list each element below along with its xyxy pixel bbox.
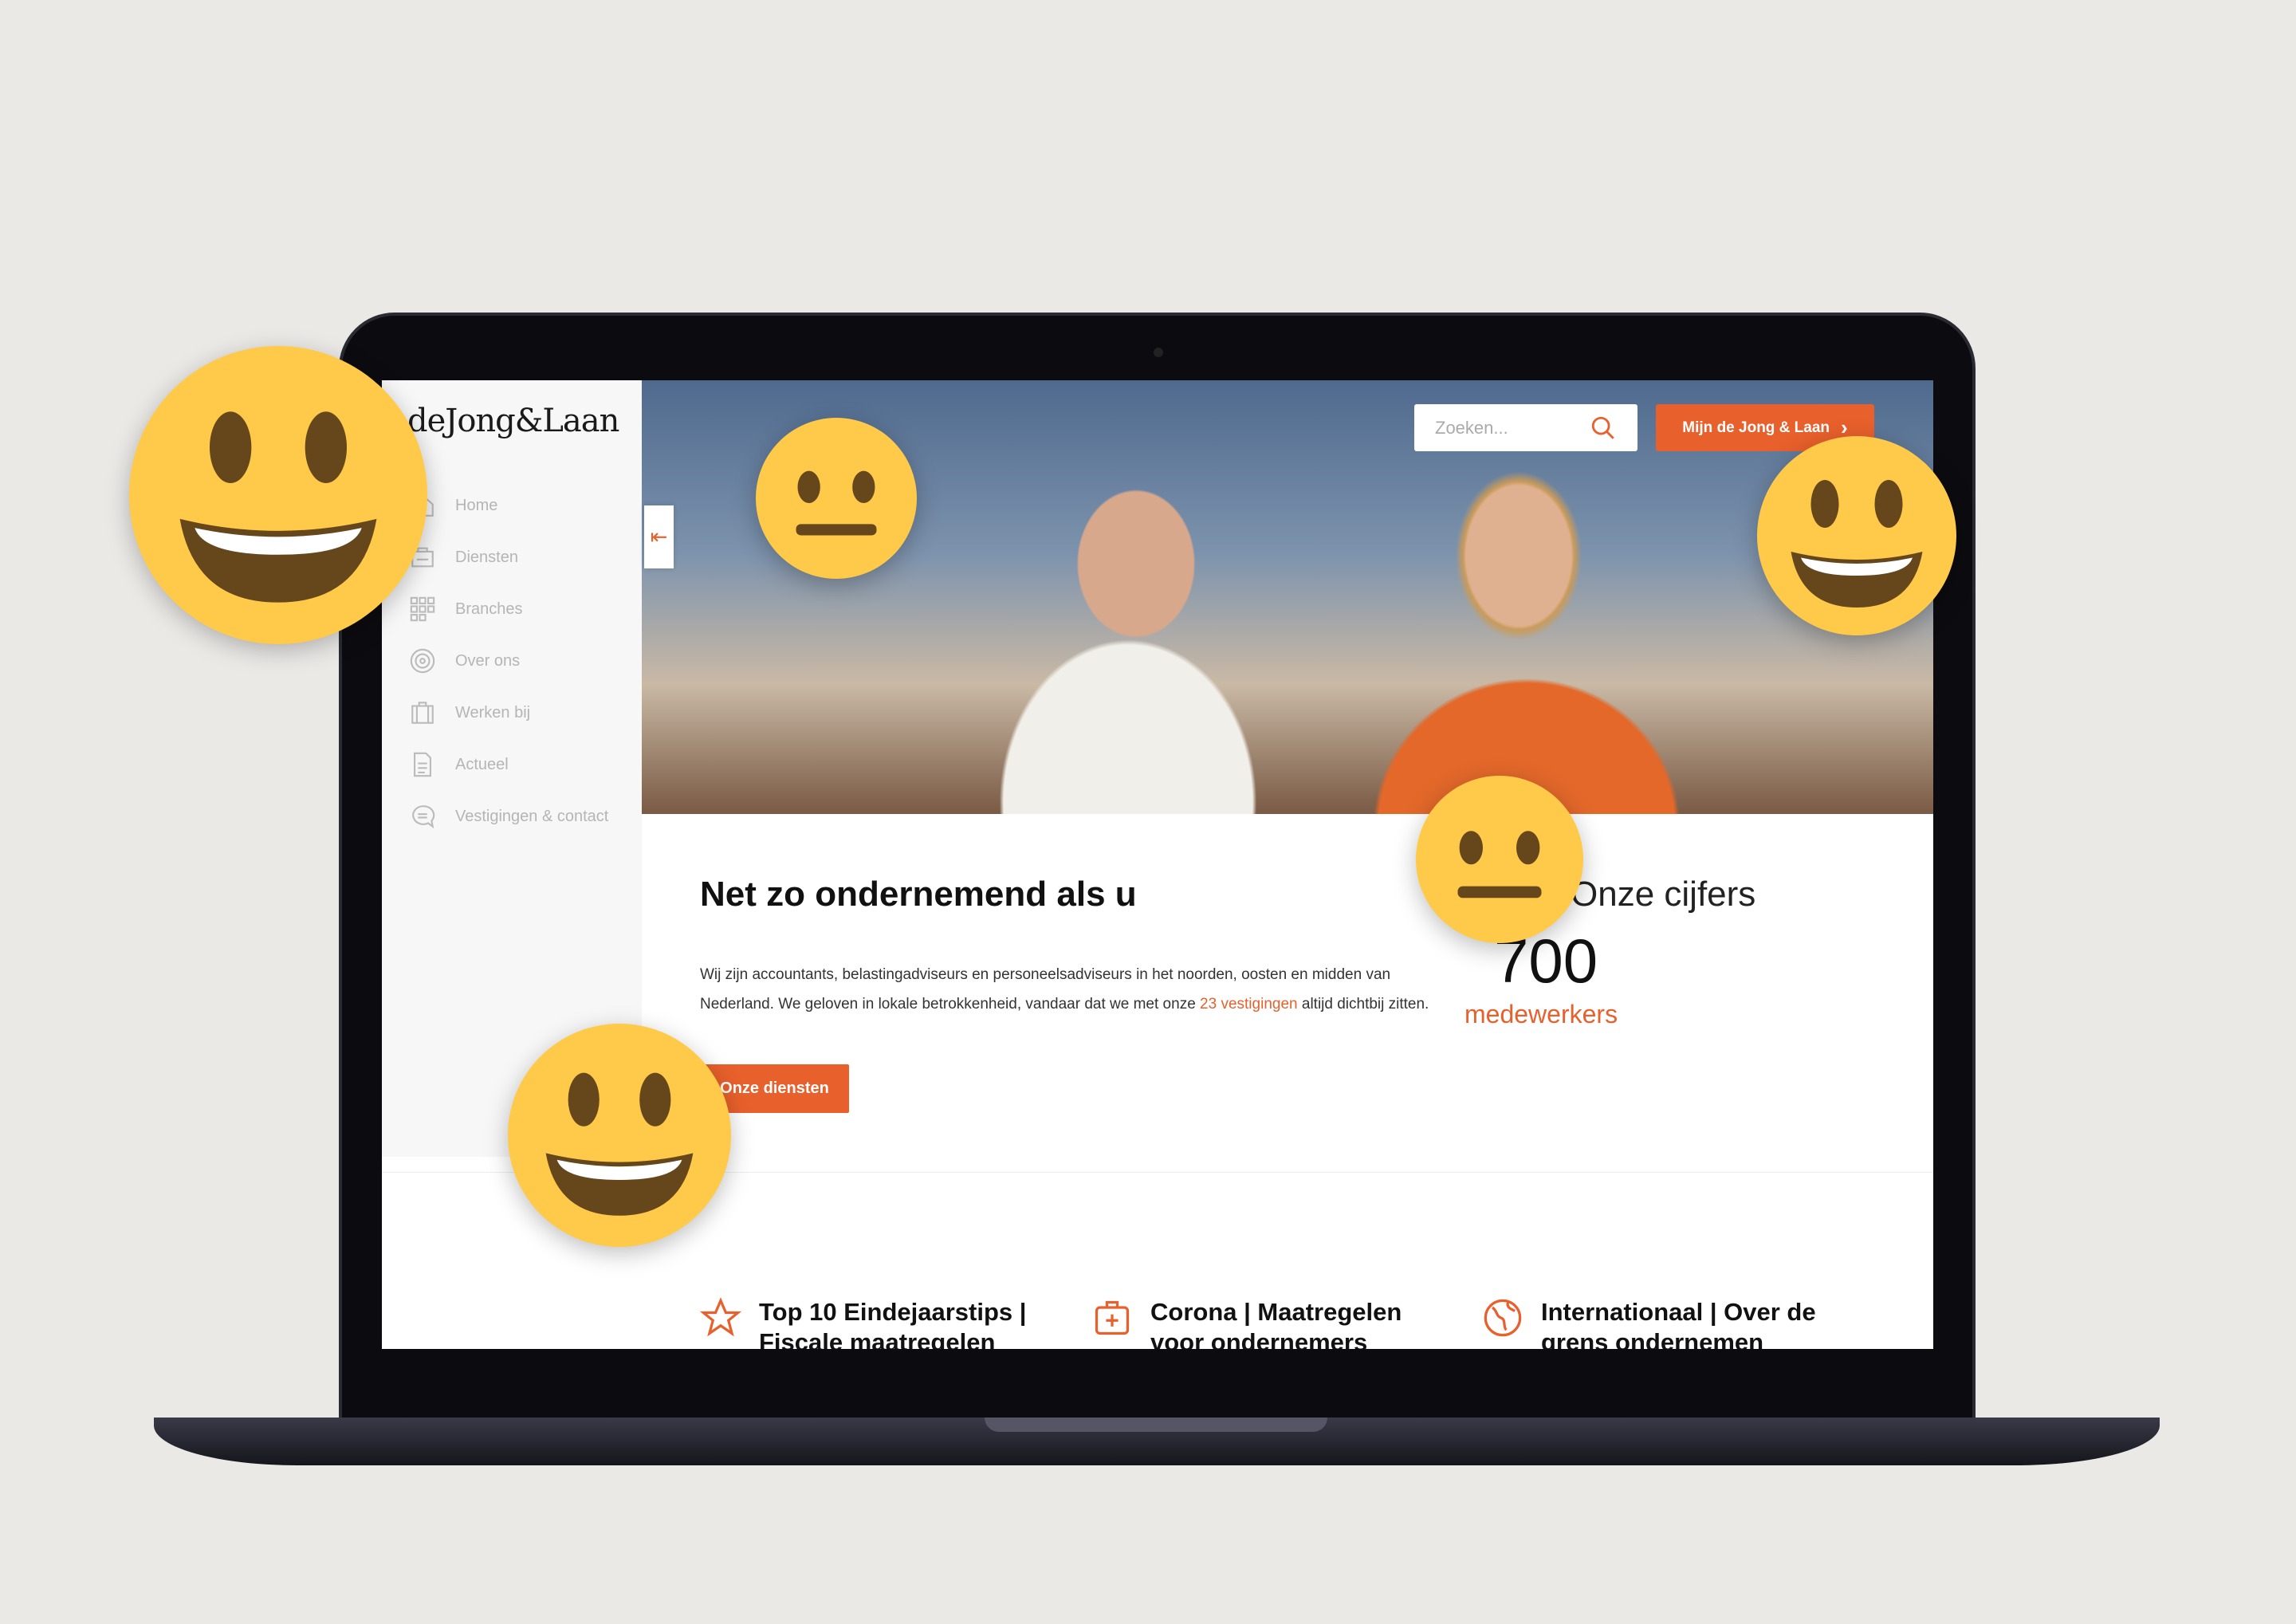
intro-text: Wij zijn accountants, belastingadviseurs…: [700, 966, 1429, 1013]
star-icon: [700, 1297, 741, 1337]
grinning-face-emoji: [129, 346, 427, 644]
sidebar-item-werken-bij[interactable]: Werken bij: [409, 699, 530, 726]
search-input[interactable]: Zoeken...: [1414, 404, 1637, 451]
collapse-sidebar-button[interactable]: ⇤: [644, 505, 674, 568]
grinning-face-emoji: [1757, 436, 1956, 635]
neutral-face-emoji: [1416, 776, 1583, 943]
vestigingen-link[interactable]: 23 vestigingen: [1200, 996, 1298, 1013]
page-title: Net zo ondernemend als u: [700, 875, 1137, 914]
logo[interactable]: deJong&Laan: [407, 403, 619, 439]
search-icon[interactable]: [1590, 415, 1617, 442]
stats-label: medewerkers: [1464, 1000, 1618, 1028]
sidebar-item-actueel[interactable]: Actueel: [409, 751, 509, 778]
news-card[interactable]: Corona | Maatregelen voor ondernemers: [1091, 1297, 1442, 1349]
document-icon: [414, 752, 431, 777]
target-icon: [410, 648, 435, 674]
sidebar-item-vestigingen-contact[interactable]: Vestigingen & contact: [409, 803, 608, 830]
globe-icon: [1484, 1299, 1522, 1337]
chat-icon: [412, 805, 435, 829]
news-card[interactable]: Top 10 Eindejaarstips | Fiscale maatrege…: [700, 1297, 1051, 1349]
sidebar-item-over-ons[interactable]: Over ons: [409, 647, 520, 674]
grinning-face-emoji: [508, 1024, 731, 1247]
webcam: [1154, 348, 1163, 357]
collapse-menu-icon: ⇤: [650, 525, 668, 549]
suitcase-icon: [411, 702, 434, 724]
laptop-notch: [985, 1418, 1327, 1432]
first-aid-kit-icon: [1095, 1300, 1130, 1335]
news-card[interactable]: Internationaal | Over de grens onderneme…: [1482, 1297, 1833, 1349]
neutral-face-emoji: [756, 418, 917, 579]
stats-title: Onze cijfers: [1571, 875, 1756, 914]
